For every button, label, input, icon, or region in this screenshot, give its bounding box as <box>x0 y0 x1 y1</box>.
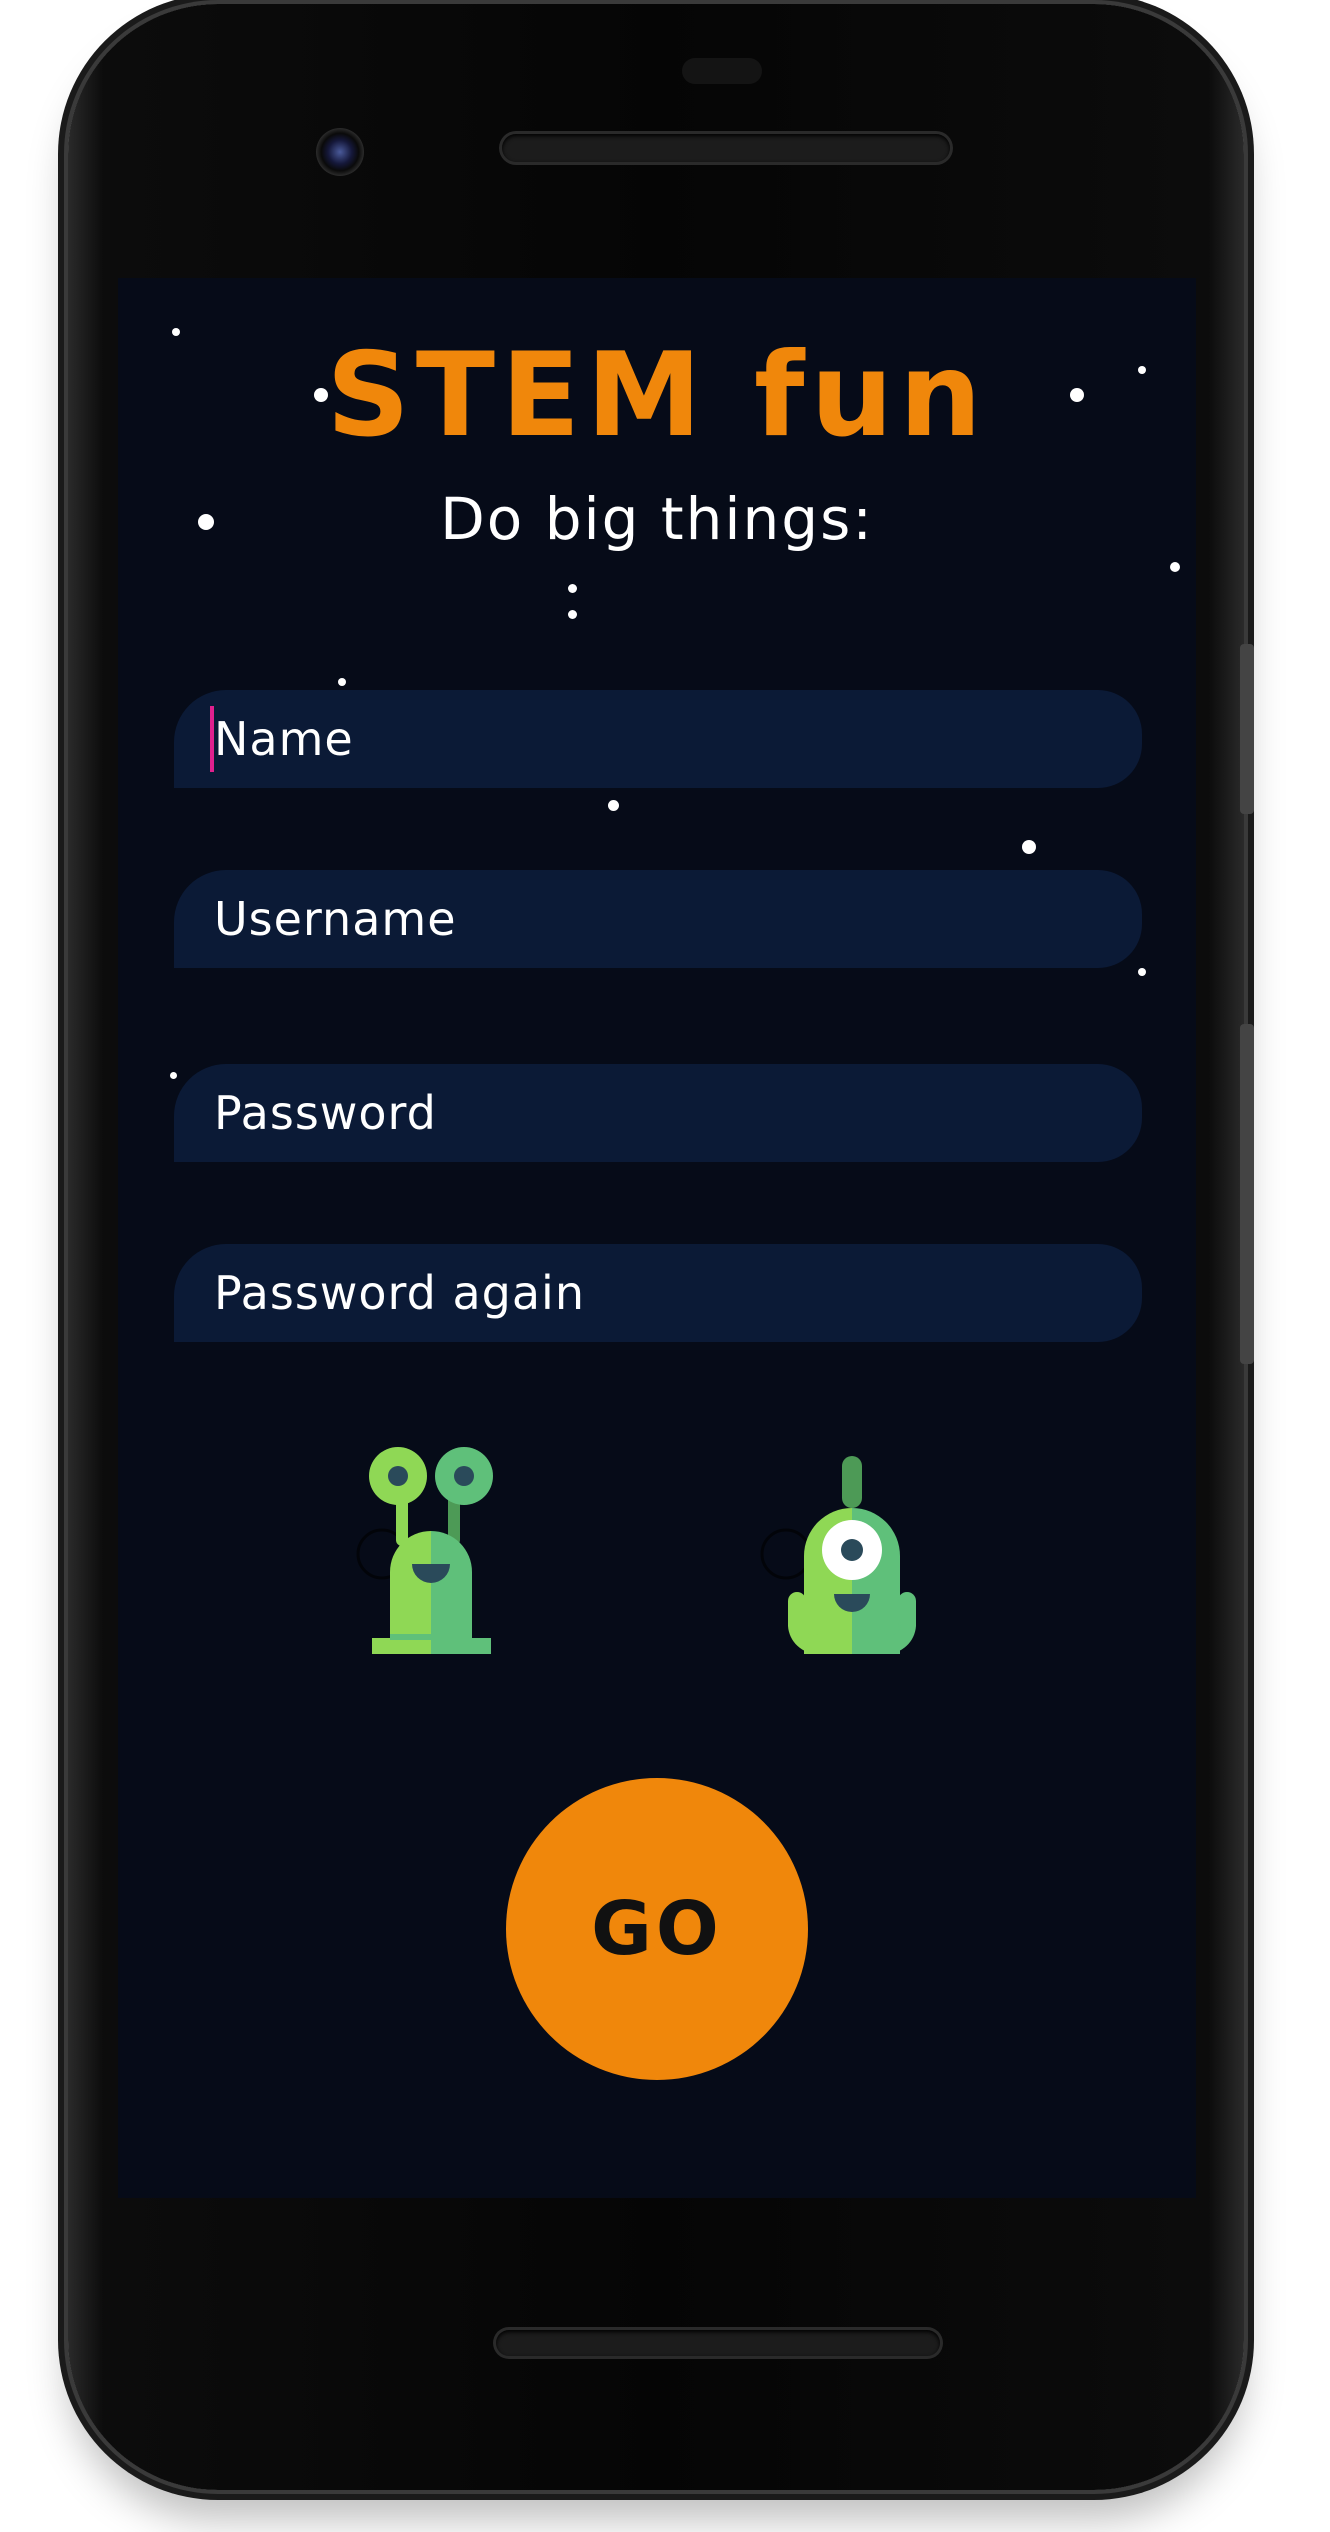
password-again-field[interactable] <box>174 1244 1142 1342</box>
star-decoration <box>1138 968 1146 976</box>
proximity-sensor <box>682 58 762 84</box>
go-button[interactable]: GO <box>506 1778 808 2080</box>
app-screen: STEM fun Do big things: Name Username GO <box>118 278 1196 2198</box>
password-again-input[interactable] <box>214 1266 1142 1320</box>
avatar-option-2[interactable] <box>758 1446 948 1662</box>
bottom-speaker <box>496 2330 940 2356</box>
app-subtitle: Do big things: <box>440 485 874 553</box>
star-decoration <box>172 328 180 336</box>
front-camera-icon <box>316 128 364 176</box>
power-button <box>1240 644 1254 814</box>
text-cursor <box>210 706 214 772</box>
one-eyed-alien-icon <box>760 1456 916 1655</box>
star-decoration <box>568 610 577 619</box>
earpiece-speaker <box>502 134 950 162</box>
app-title: STEM fun <box>326 328 988 463</box>
star-decoration <box>568 584 577 593</box>
star-decoration <box>608 800 619 811</box>
star-decoration <box>338 678 346 686</box>
username-input[interactable] <box>214 892 1142 946</box>
name-field[interactable] <box>174 690 1142 788</box>
name-input[interactable] <box>214 712 1142 766</box>
avatar-option-1[interactable] <box>354 1446 520 1662</box>
username-field[interactable] <box>174 870 1142 968</box>
volume-button <box>1240 1024 1254 1364</box>
two-eyed-alien-icon <box>356 1447 493 1654</box>
password-field[interactable] <box>174 1064 1142 1162</box>
star-decoration <box>170 1072 177 1079</box>
password-input[interactable] <box>214 1086 1142 1140</box>
star-decoration <box>1022 840 1036 854</box>
star-decoration <box>1170 562 1180 572</box>
